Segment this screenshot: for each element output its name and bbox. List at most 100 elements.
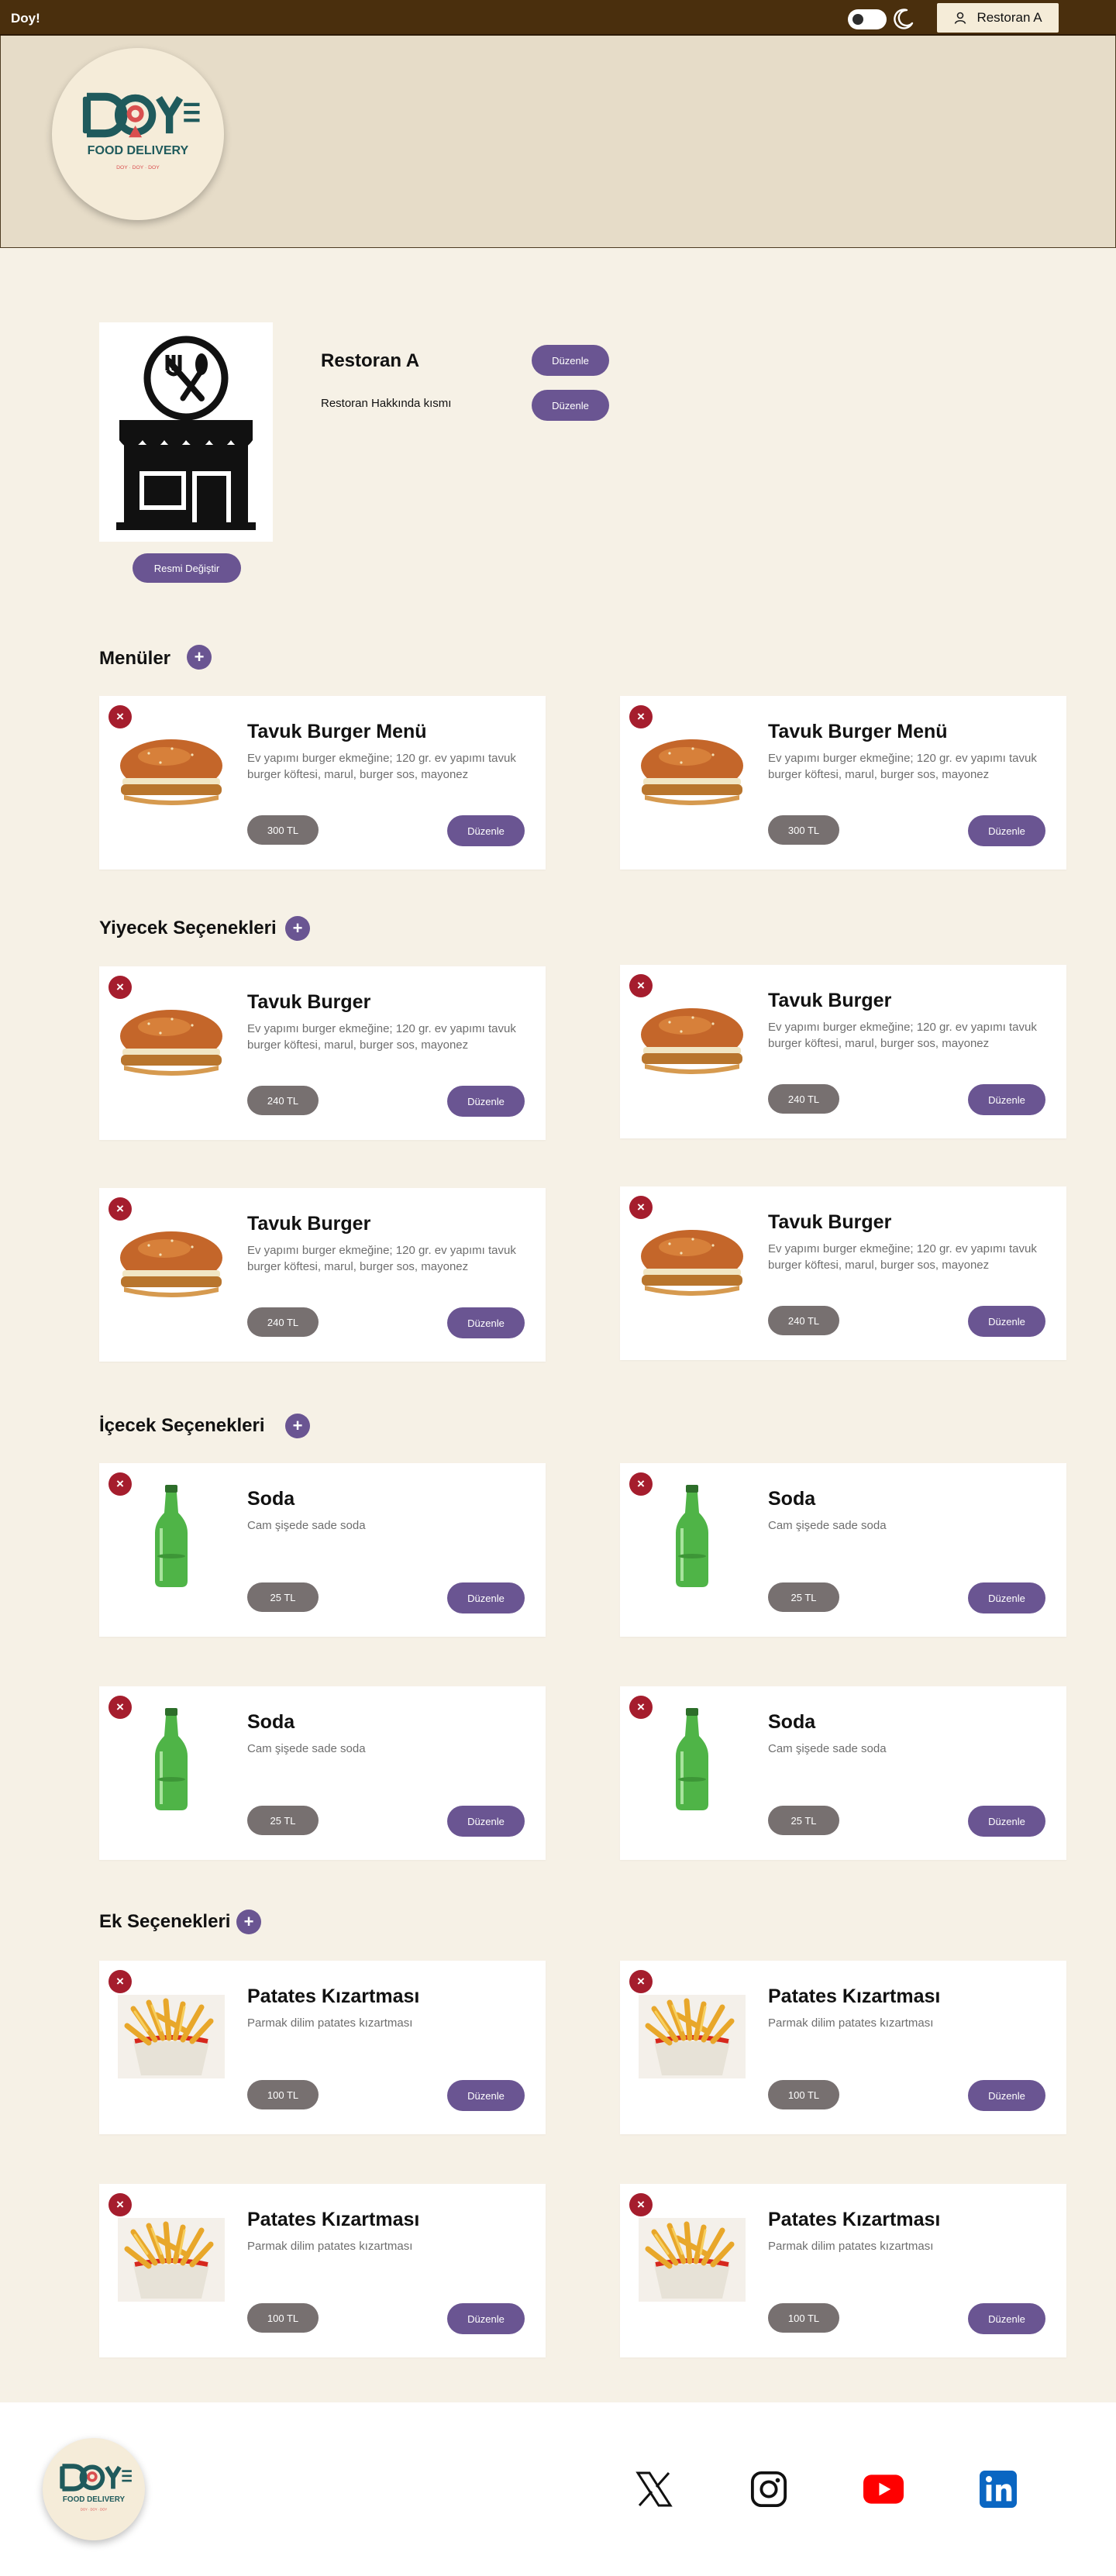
edit-item-button[interactable]: Düzenle	[968, 1806, 1045, 1837]
edit-about-button[interactable]: Düzenle	[532, 390, 609, 421]
remove-item-button[interactable]: ×	[108, 705, 132, 728]
remove-item-button[interactable]: ×	[108, 976, 132, 999]
restaurant-name: Restoran A	[321, 350, 420, 371]
remove-item-button[interactable]: ×	[108, 2193, 132, 2216]
bottle-image	[639, 1705, 746, 1810]
edit-item-button[interactable]: Düzenle	[968, 815, 1045, 846]
remove-item-button[interactable]: ×	[629, 705, 653, 728]
edit-item-button[interactable]: Düzenle	[447, 1582, 525, 1613]
fries-image	[639, 2218, 746, 2302]
instagram-icon[interactable]	[747, 2468, 790, 2511]
remove-item-button[interactable]: ×	[629, 2193, 653, 2216]
remove-item-button[interactable]: ×	[629, 1696, 653, 1719]
remove-item-button[interactable]: ×	[108, 1696, 132, 1719]
product-description: Cam şişede sade soda	[247, 1519, 366, 1532]
logo-subtag: DOY · DOY · DOY	[116, 165, 160, 170]
linkedin-icon[interactable]	[976, 2468, 1020, 2511]
product-card: × Tavuk Burger Ev yapımı burger ekmeğine…	[99, 966, 546, 1140]
burger-image	[639, 999, 746, 1083]
edit-item-button[interactable]: Düzenle	[447, 2303, 525, 2334]
product-card: × Patates Kızartması Parmak dilim patate…	[620, 1961, 1066, 2134]
price-badge: 100 TL	[247, 2080, 319, 2109]
edit-item-button[interactable]: Düzenle	[968, 2303, 1045, 2334]
edit-item-button[interactable]: Düzenle	[968, 1084, 1045, 1115]
product-description: Cam şişede sade soda	[247, 1742, 366, 1755]
youtube-icon[interactable]	[862, 2468, 905, 2511]
footer-logo-tagline: FOOD DELIVERY	[63, 2495, 126, 2504]
product-title: Patates Kızartması	[768, 1985, 941, 2007]
product-description: Ev yapımı burger ekmeğine; 120 gr. ev ya…	[768, 1242, 1037, 1272]
product-description: Ev yapımı burger ekmeğine; 120 gr. ev ya…	[247, 1022, 516, 1052]
theme-toggle[interactable]	[848, 9, 887, 29]
bottle-image	[639, 1482, 746, 1587]
edit-item-button[interactable]: Düzenle	[447, 1307, 525, 1338]
product-description: Cam şişede sade soda	[768, 1519, 887, 1532]
remove-item-button[interactable]: ×	[629, 1970, 653, 1993]
footer-logo[interactable]: FOOD DELIVERY DOY · DOY · DOY	[43, 2438, 145, 2540]
section-title-drinks: İçecek Seçenekleri	[99, 1415, 265, 1436]
x-icon[interactable]	[632, 2468, 676, 2511]
bottle-image	[118, 1705, 225, 1810]
product-title: Tavuk Burger Menü	[247, 721, 427, 742]
remove-item-button[interactable]: ×	[108, 1197, 132, 1221]
fries-image	[639, 1995, 746, 2078]
product-card: × Soda Cam şişede sade soda 25 TL Düzenl…	[620, 1686, 1066, 1860]
product-description: Parmak dilim patates kızartması	[768, 2016, 934, 2030]
product-description: Ev yapımı burger ekmeğine; 120 gr. ev ya…	[768, 752, 1037, 781]
restaurant-about: Restoran Hakkında kısmı	[321, 397, 452, 410]
product-description: Ev yapımı burger ekmeğine; 120 gr. ev ya…	[247, 1244, 516, 1273]
product-description: Parmak dilim patates kızartması	[247, 2240, 413, 2253]
fries-image	[118, 2218, 225, 2302]
remove-item-button[interactable]: ×	[629, 1472, 653, 1496]
account-label: Restoran A	[976, 10, 1042, 25]
product-title: Tavuk Burger	[768, 1211, 892, 1233]
change-image-button[interactable]: Resmi Değiştir	[133, 553, 241, 583]
account-button[interactable]: Restoran A	[937, 3, 1059, 33]
burger-image	[639, 1221, 746, 1304]
price-badge: 25 TL	[768, 1582, 839, 1612]
brand-name[interactable]: Doy!	[11, 11, 40, 26]
edit-item-button[interactable]: Düzenle	[447, 1806, 525, 1837]
moon-icon[interactable]	[890, 6, 916, 33]
edit-item-button[interactable]: Düzenle	[447, 815, 525, 846]
product-card: × Tavuk Burger Menü Ev yapımı burger ekm…	[99, 696, 546, 870]
product-card: × Tavuk Burger Menü Ev yapımı burger ekm…	[620, 696, 1066, 870]
edit-item-button[interactable]: Düzenle	[968, 2080, 1045, 2111]
add-menu-button[interactable]: +	[187, 645, 212, 670]
product-description: Ev yapımı burger ekmeğine; 120 gr. ev ya…	[768, 1021, 1037, 1050]
price-badge: 240 TL	[768, 1306, 839, 1335]
bottle-image	[118, 1482, 225, 1587]
edit-item-button[interactable]: Düzenle	[447, 1086, 525, 1117]
remove-item-button[interactable]: ×	[629, 974, 653, 997]
burger-image	[639, 730, 746, 814]
price-badge: 240 TL	[247, 1307, 319, 1337]
burger-image	[118, 1222, 225, 1306]
add-food-button[interactable]: +	[285, 916, 310, 941]
product-title: Soda	[247, 1711, 295, 1733]
doy-logo[interactable]: FOOD DELIVERY DOY · DOY · DOY	[52, 48, 224, 220]
price-badge: 25 TL	[247, 1582, 319, 1612]
product-title: Tavuk Burger	[247, 991, 371, 1013]
footer-logo-graphic: FOOD DELIVERY DOY · DOY · DOY	[60, 2464, 132, 2512]
footer: FOOD DELIVERY DOY · DOY · DOY	[0, 2402, 1116, 2576]
product-card: × Patates Kızartması Parmak dilim patate…	[99, 2184, 546, 2357]
user-icon	[955, 12, 966, 24]
edit-item-button[interactable]: Düzenle	[968, 1582, 1045, 1613]
product-card: × Tavuk Burger Ev yapımı burger ekmeğine…	[620, 965, 1066, 1138]
add-extra-button[interactable]: +	[236, 1910, 261, 1934]
remove-item-button[interactable]: ×	[108, 1970, 132, 1993]
product-title: Patates Kızartması	[247, 1985, 420, 2007]
product-description: Parmak dilim patates kızartması	[247, 2016, 413, 2030]
burger-image	[118, 1000, 225, 1084]
remove-item-button[interactable]: ×	[629, 1196, 653, 1219]
edit-name-button[interactable]: Düzenle	[532, 345, 609, 376]
remove-item-button[interactable]: ×	[108, 1472, 132, 1496]
product-title: Soda	[768, 1488, 816, 1510]
edit-item-button[interactable]: Düzenle	[968, 1306, 1045, 1337]
edit-item-button[interactable]: Düzenle	[447, 2080, 525, 2111]
product-title: Soda	[247, 1488, 295, 1510]
price-badge: 300 TL	[247, 815, 319, 845]
add-drink-button[interactable]: +	[285, 1414, 310, 1438]
product-card: × Patates Kızartması Parmak dilim patate…	[620, 2184, 1066, 2357]
price-badge: 100 TL	[768, 2303, 839, 2333]
